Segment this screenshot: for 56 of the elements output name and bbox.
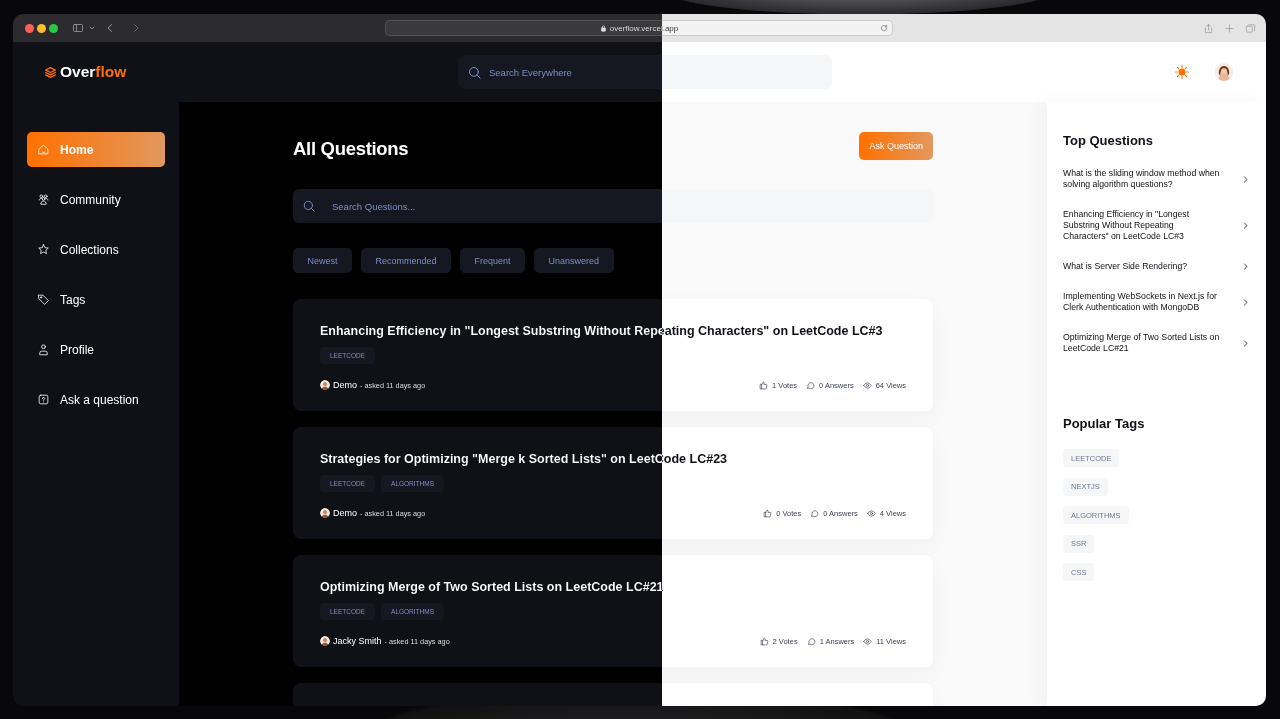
top-question-link[interactable]: What is the sliding window method when solving algorithm questions? [1063, 168, 1250, 190]
nav-link[interactable]: Collections [27, 232, 165, 267]
chevron-right-icon [1241, 262, 1250, 271]
top-question-link[interactable]: What is Server Side Rendering? [1063, 261, 1250, 272]
question-search-field[interactable]: Search Questions... [293, 189, 933, 223]
sidebar-toggle-icon[interactable] [72, 22, 84, 34]
global-search-field[interactable]: Search Everywhere [458, 55, 832, 89]
tabs-icon[interactable] [1245, 22, 1256, 34]
chevron-right-icon [1241, 174, 1250, 184]
eye-icon [866, 508, 876, 518]
page-title: All Questions [293, 138, 409, 160]
author-name[interactable]: Demo [333, 508, 357, 518]
like-icon [763, 508, 773, 518]
question-icon [37, 393, 50, 406]
tag-icon [37, 293, 50, 306]
chevron-right-icon [1241, 297, 1250, 307]
share-icon[interactable] [1203, 22, 1214, 34]
top-question-link[interactable]: Implementing WebSockets in Next.js for Clerk Authentication with MongoDB [1063, 291, 1250, 313]
nav-link[interactable]: Profile [27, 332, 165, 367]
author-avatar [320, 636, 330, 646]
chevron-right-icon [1241, 221, 1250, 230]
filter-button[interactable]: Newest [293, 248, 352, 273]
home-icon [37, 143, 50, 156]
section-title: Popular Tags [1063, 416, 1146, 431]
plus-icon[interactable] [1224, 22, 1235, 34]
author-avatar [320, 380, 330, 390]
nav-link[interactable]: Ask a question [27, 382, 165, 417]
chevron-down-icon[interactable] [88, 24, 96, 32]
author-name[interactable]: Demo [333, 380, 357, 390]
sun-icon[interactable] [1175, 65, 1189, 79]
logo-text: Overflow [60, 63, 127, 81]
author-avatar [320, 508, 330, 518]
avatar[interactable] [1215, 63, 1233, 81]
eye-icon [862, 380, 872, 390]
filter-button[interactable]: Recommended [361, 248, 452, 273]
chevron-right-icon [1241, 338, 1250, 348]
like-icon [759, 380, 769, 390]
star-icon [37, 243, 50, 256]
nav-link[interactable]: Community [27, 182, 165, 217]
nav-link[interactable]: Tags [27, 282, 165, 317]
filter-button[interactable]: Frequent [460, 248, 526, 273]
comment-icon [806, 380, 816, 390]
comment-icon [806, 636, 816, 646]
lock-icon [599, 24, 607, 32]
top-question-link[interactable]: Enhancing Efficiency in "Longest Substring Without Repeating Characters" on LeetCode LC#3 [1063, 209, 1250, 242]
logo-icon [44, 65, 57, 79]
like-icon [759, 636, 769, 646]
top-question-link[interactable]: Optimizing Merge of Two Sorted Lists on LeetCode LC#21 [1063, 332, 1250, 354]
community-icon [37, 193, 50, 206]
filter-button[interactable]: Unanswered [534, 248, 614, 273]
section-title: Top Questions [1063, 133, 1155, 148]
user-icon [37, 343, 50, 356]
author-name[interactable]: Jacky Smith [333, 636, 382, 646]
reload-icon[interactable] [880, 24, 888, 32]
comment-icon [810, 508, 820, 518]
eye-icon [863, 636, 873, 646]
